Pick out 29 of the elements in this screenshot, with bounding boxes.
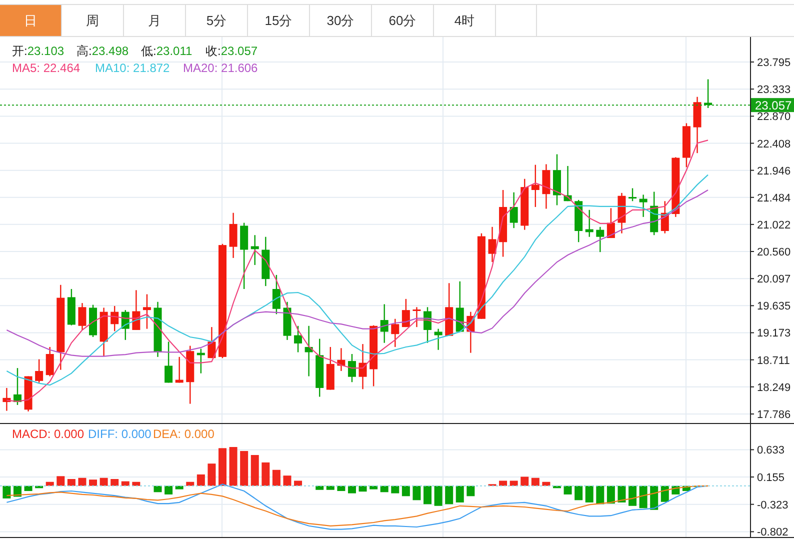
ohlc-reading: 低:23.011 xyxy=(141,44,192,58)
ohlc-reading: 收:23.057 xyxy=(206,44,258,58)
price-axis-label: 22.870 xyxy=(757,111,791,124)
price-axis-label: 21.484 xyxy=(757,192,791,204)
price-axis-label: 23.333 xyxy=(757,84,791,96)
price-axis-label: 20.560 xyxy=(757,246,791,258)
ma-reading: MA10: 21.872 xyxy=(95,61,170,75)
price-axis-label: 23.795 xyxy=(757,57,791,69)
ohlc-reading: 高:23.498 xyxy=(76,44,129,58)
price-axis-label: 22.408 xyxy=(757,138,791,150)
macd-axis-label: 0.155 xyxy=(757,472,785,484)
ma-reading: MA20: 21.606 xyxy=(183,61,258,75)
macd-reading: DEA: 0.000 xyxy=(153,427,214,441)
macd-reading: MACD: 0.000 xyxy=(12,427,84,441)
ma-reading: MA5: 22.464 xyxy=(12,61,80,75)
macd-axis-label: 0.633 xyxy=(757,444,785,457)
macd-reading: DIFF: 0.000 xyxy=(88,427,152,441)
price-axis-label: 18.249 xyxy=(757,382,791,394)
price-axis-label: 19.173 xyxy=(757,328,791,340)
price-axis-label: 17.786 xyxy=(757,408,791,421)
price-axis-label: 20.097 xyxy=(757,274,791,286)
macd-axis-label: -0.323 xyxy=(757,499,788,512)
price-axis-label: 21.946 xyxy=(757,165,791,178)
price-axis-label: 21.022 xyxy=(757,219,791,232)
price-axis-label: 19.635 xyxy=(757,300,791,313)
price-axis-label: 18.711 xyxy=(757,354,790,367)
ohlc-reading: 开:23.103 xyxy=(12,44,64,58)
last-price-tag: 23.057 xyxy=(751,98,794,113)
macd-axis-label: -0.802 xyxy=(757,526,788,539)
